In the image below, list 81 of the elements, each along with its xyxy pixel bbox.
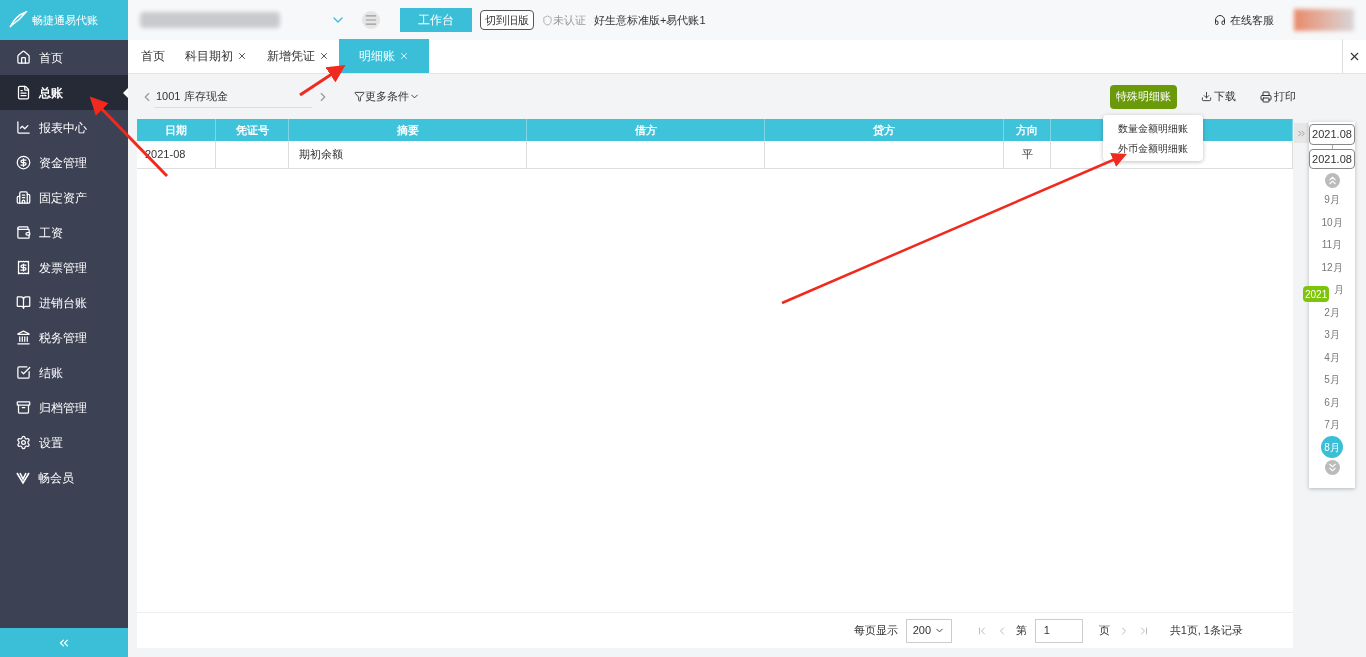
table-cell: 期初余额	[289, 141, 527, 168]
tab[interactable]: 新增凭证	[257, 39, 339, 73]
month-item[interactable]: 6月	[1324, 391, 1340, 413]
month-item[interactable]: 5月	[1324, 368, 1340, 391]
filter-icon[interactable]	[354, 91, 365, 102]
tab[interactable]: 首页	[131, 39, 175, 73]
home-icon	[16, 50, 31, 65]
sidebar-item[interactable]: 工资	[0, 215, 128, 250]
scroll-down-icon[interactable]	[1324, 460, 1340, 475]
month-item[interactable]: 12月	[1321, 256, 1343, 278]
sidebar-item[interactable]: 首页	[0, 40, 128, 75]
sidebar-item[interactable]: 结账	[0, 355, 128, 390]
table-cell: 平	[1004, 141, 1051, 168]
scroll-up-icon[interactable]	[1324, 173, 1340, 188]
menu-item[interactable]: 数量金额明细账	[1103, 118, 1203, 138]
coin-icon	[16, 155, 31, 170]
cert-status: 未认证	[553, 12, 586, 28]
close-icon[interactable]	[237, 51, 247, 61]
month-item[interactable]: 4月	[1324, 346, 1340, 368]
month-item[interactable]: 2月	[1324, 301, 1340, 323]
wallet-icon	[16, 225, 31, 240]
end-period[interactable]: 2021.08	[1309, 148, 1355, 169]
receipt-icon	[16, 260, 31, 275]
close-icon[interactable]	[319, 51, 329, 61]
month-item[interactable]: 月	[1334, 278, 1344, 301]
start-period[interactable]: 2021.08	[1309, 124, 1355, 145]
checkbox-icon	[16, 365, 31, 380]
menu-item[interactable]: 外币金额明细账	[1103, 138, 1203, 158]
blurred-avatar	[1294, 9, 1354, 31]
sidebar-item[interactable]: 设置	[0, 425, 128, 460]
edition-label: 好生意标准版+易代账1	[594, 12, 706, 28]
settings-icon	[16, 435, 31, 450]
column-header: 借方	[527, 119, 765, 141]
book-icon	[16, 295, 31, 310]
month-item[interactable]: 7月	[1324, 413, 1340, 436]
tab[interactable]: 科目期初	[175, 39, 257, 73]
document-icon	[16, 85, 31, 100]
shield-icon	[542, 14, 553, 26]
sidebar-item[interactable]: 归档管理	[0, 390, 128, 425]
print-icon[interactable]	[1260, 90, 1272, 103]
feather-icon	[8, 11, 28, 29]
annotation-arrow	[299, 65, 346, 97]
page-suffix: 页	[1098, 623, 1110, 639]
old-version-button[interactable]: 切到旧版	[480, 10, 534, 30]
column-header: 摘要	[289, 119, 527, 141]
column-header: 日期	[137, 119, 216, 141]
per-page-select[interactable]: 200	[905, 618, 952, 643]
headset-icon	[1214, 14, 1226, 26]
page-prefix: 第	[1015, 623, 1027, 639]
archive-icon	[16, 400, 31, 415]
column-header: 方向	[1004, 119, 1051, 141]
page-input[interactable]: 1	[1034, 618, 1083, 643]
sidebar-item[interactable]: 进销台账	[0, 285, 128, 320]
sidebar-item[interactable]: 报表中心	[0, 110, 128, 145]
column-header: 贷方	[765, 119, 1004, 141]
bank-icon	[16, 330, 31, 345]
more-conditions-link[interactable]: 更多条件	[365, 88, 409, 105]
month-item[interactable]: 10月	[1321, 211, 1343, 233]
sidebar-item[interactable]: 固定资产	[0, 180, 128, 215]
support-link[interactable]: 在线客服	[1230, 11, 1274, 29]
sidebar-item[interactable]: 总账	[0, 75, 128, 110]
line-chart-icon	[16, 120, 31, 135]
month-item[interactable]: 11月	[1321, 233, 1343, 256]
list-icon[interactable]	[362, 11, 380, 29]
sidebar-item[interactable]: 税务管理	[0, 320, 128, 355]
per-page-label: 每页显示	[853, 623, 898, 639]
year-badge: 2021	[1303, 286, 1330, 302]
month-item[interactable]: 3月	[1324, 323, 1340, 346]
account-select[interactable]: 1001 库存现金	[154, 85, 312, 108]
column-header: 凭证号	[216, 119, 289, 141]
sidebar-item[interactable]: 畅会员	[0, 460, 128, 495]
sidebar-item[interactable]: 发票管理	[0, 250, 128, 285]
pager-summary: 共1页, 1条记录	[1169, 623, 1243, 639]
download-icon[interactable]	[1201, 91, 1212, 102]
download-link[interactable]: 下载	[1214, 88, 1236, 105]
building-icon	[16, 190, 31, 205]
sidebar-item[interactable]: 资金管理	[0, 145, 128, 180]
v-icon	[16, 470, 30, 485]
logo-text: 畅捷通易代账	[32, 12, 98, 28]
print-link[interactable]: 打印	[1274, 88, 1296, 105]
month-item[interactable]: 9月	[1324, 188, 1340, 211]
